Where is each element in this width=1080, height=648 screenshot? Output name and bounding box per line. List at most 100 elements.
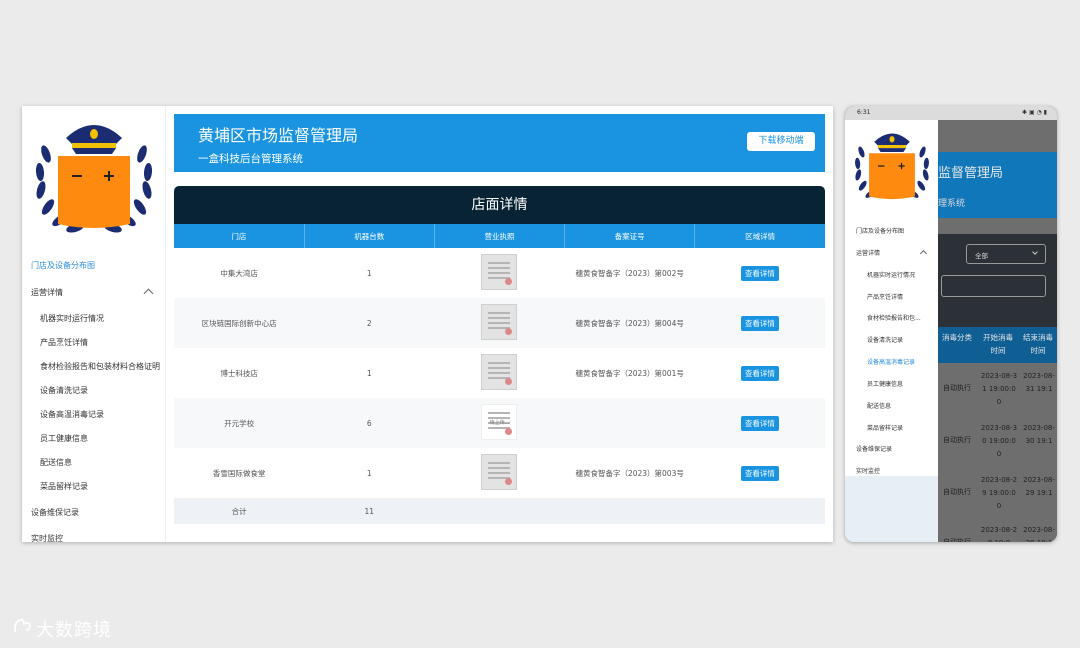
drawer-item-inspection-reports[interactable]: 食材检验报告和包... xyxy=(867,313,921,322)
license-image[interactable] xyxy=(481,254,518,290)
phone-screen: 6:31 ✱ ▣ ◔ ▮ 监督管理局 理系统 全部 消毒分类 开始消毒时间 结束… xyxy=(845,106,1057,542)
category-select[interactable]: 全部 xyxy=(966,244,1046,264)
police-logo-icon xyxy=(855,133,929,200)
drawer-item-cleaning-records[interactable]: 设备清洗记录 xyxy=(867,335,903,344)
table-row: 自动执行 2023-08-31 19:00:00 2023-08-31 19:1 xyxy=(938,368,1057,420)
disinfect-type: 自动执行 xyxy=(943,436,971,444)
column-header-machines: 机器台数 xyxy=(304,224,435,248)
column-header-store: 门店 xyxy=(174,224,305,248)
drawer-item-disinfection-records[interactable]: 设备高温消毒记录 xyxy=(867,357,915,366)
start-time: 2023-08-30 19:00:00 xyxy=(980,424,1018,458)
view-details-button[interactable]: 查看详情 xyxy=(740,465,779,481)
license-image[interactable] xyxy=(481,454,518,490)
phone-page-subtitle: 理系统 xyxy=(938,199,966,209)
search-input[interactable] xyxy=(941,275,1046,297)
sidebar-item-disinfection-records[interactable]: 设备高温消毒记录 xyxy=(40,409,104,420)
column-header-record: 备案证号 xyxy=(564,224,696,248)
status-icons: ✱ ▣ ◔ ▮ xyxy=(1022,109,1047,116)
sidebar-item-store-map[interactable]: 门店及设备分布图 xyxy=(31,260,95,271)
download-mobile-button[interactable]: 下载移动端 xyxy=(747,132,815,151)
total-label: 合计 xyxy=(174,498,305,524)
machine-count: 1 xyxy=(366,468,372,478)
table-row: 自动执行 2023-08-29 19:00:00 2023-08-29 19:1 xyxy=(938,472,1057,524)
machine-count: 2 xyxy=(304,298,435,348)
sidebar-item-inspection-reports[interactable]: 食材检验报告和包装材料合格证明 xyxy=(40,361,160,372)
sidebar-item-cleaning-records[interactable]: 设备清洗记录 xyxy=(40,385,88,396)
header-banner: 黄埔区市场监督管理局 一盒科技后台管理系统 下载移动端 xyxy=(174,114,825,172)
record-number: 穗黄食智备字（2023）第004号 xyxy=(564,298,695,348)
page-title: 黄埔区市场监督管理局 xyxy=(198,126,359,145)
drawer-item-machine-status[interactable]: 机器实时运行情况 xyxy=(867,270,915,279)
drawer-item-staff-health[interactable]: 员工健康信息 xyxy=(867,379,903,388)
start-time: 2023-08-28 19:0 xyxy=(980,526,1018,542)
status-time: 6:31 xyxy=(857,109,871,116)
table-row: 自动执行 2023-08-28 19:0 2023-08-28 19:1 xyxy=(938,522,1057,542)
machine-count: 6 xyxy=(304,398,435,448)
drawer-item-operations[interactable]: 运营详情 xyxy=(856,248,880,257)
column-header-end: 结束消毒时间 xyxy=(1023,333,1053,355)
total-machines: 11 xyxy=(304,498,435,524)
chevron-up-icon[interactable] xyxy=(919,249,928,258)
drawer-item-delivery[interactable]: 配送信息 xyxy=(867,401,891,410)
end-time: 2023-08-31 19:1 xyxy=(1023,372,1055,393)
sidebar-item-food-samples[interactable]: 菜品留样记录 xyxy=(40,481,88,492)
record-number xyxy=(564,398,695,448)
start-time: 2023-08-31 19:00:00 xyxy=(980,372,1018,406)
store-name: 博士科技店 xyxy=(220,368,258,378)
page-subtitle: 一盒科技后台管理系统 xyxy=(198,153,303,165)
watermark-text: 大数跨境 xyxy=(36,620,112,641)
desktop-window: 门店及设备分布图 运营详情 机器实时运行情况 产品烹饪详情 食材检验报告和包装材… xyxy=(22,106,833,542)
phone-page-title: 监督管理局 xyxy=(938,166,1004,181)
drawer-item-live-monitor[interactable]: 实时监控 xyxy=(856,466,880,475)
column-header-area: 区域详情 xyxy=(694,224,825,248)
table-total-row: 合计 11 xyxy=(174,498,825,524)
view-details-button[interactable]: 查看详情 xyxy=(740,415,779,431)
status-bar: 6:31 ✱ ▣ ◔ ▮ xyxy=(845,106,1057,120)
table-row: 香雪国际做食堂 1 穗黄食智备字（2023）第003号 查看详情 xyxy=(174,448,825,498)
record-number: 穗黄食智备字（2023）第002号 xyxy=(575,268,684,278)
view-details-button[interactable]: 查看详情 xyxy=(740,365,779,381)
disinfect-type: 自动执行 xyxy=(943,488,971,496)
machine-count: 1 xyxy=(366,268,372,278)
record-number: 穗黄食智备字（2023）第001号 xyxy=(575,368,684,378)
sidebar-item-maintenance[interactable]: 设备维保记录 xyxy=(31,507,79,518)
machine-count: 1 xyxy=(366,368,372,378)
end-time: 2023-08-30 19:1 xyxy=(1023,424,1055,445)
drawer-item-food-samples[interactable]: 菜品留样记录 xyxy=(867,423,903,432)
table-row: 区块链国际创新中心店 2 穗黄食智备字（2023）第004号 查看详情 xyxy=(174,298,825,348)
column-header-start: 开始消毒时间 xyxy=(983,333,1013,355)
sidebar-item-live-monitor[interactable]: 实时监控 xyxy=(31,533,63,542)
sidebar: 门店及设备分布图 运营详情 机器实时运行情况 产品烹饪详情 食材检验报告和包装材… xyxy=(22,106,166,542)
table-row: 自动执行 2023-08-30 19:00:00 2023-08-30 19:1 xyxy=(938,420,1057,472)
license-image[interactable] xyxy=(481,304,518,340)
drawer-item-cooking-details[interactable]: 产品烹饪详情 xyxy=(867,292,903,301)
start-time: 2023-08-29 19:00:00 xyxy=(980,476,1018,510)
sidebar-item-cooking-details[interactable]: 产品烹饪详情 xyxy=(40,337,88,348)
store-table: 门店 机器台数 营业执照 备案证号 区域详情 中集大湾店 1 穗黄食智备字（20… xyxy=(174,224,825,524)
store-name: 开元学校 xyxy=(174,398,305,448)
column-header-license: 营业执照 xyxy=(434,224,566,248)
store-detail-title: 店面详情 xyxy=(174,186,825,224)
sidebar-item-operations[interactable]: 运营详情 xyxy=(31,287,63,298)
view-details-button[interactable]: 查看详情 xyxy=(740,265,779,281)
drawer-item-store-map[interactable]: 门店及设备分布图 xyxy=(856,226,904,235)
store-name: 香雪国际做食堂 xyxy=(212,468,266,478)
end-time: 2023-08-28 19:1 xyxy=(1023,526,1055,542)
sidebar-item-machine-status[interactable]: 机器实时运行情况 xyxy=(40,313,104,324)
police-logo-icon xyxy=(35,125,153,233)
license-image[interactable] xyxy=(481,354,518,390)
store-name: 区块链国际创新中心店 xyxy=(174,298,305,348)
table-row: 博士科技店 1 穗黄食智备字（2023）第001号 查看详情 xyxy=(174,348,825,398)
drawer-footer xyxy=(845,476,938,542)
drawer-item-maintenance[interactable]: 设备维保记录 xyxy=(856,444,892,453)
column-header-type: 消毒分类 xyxy=(942,333,972,342)
sidebar-item-delivery[interactable]: 配送信息 xyxy=(40,457,72,468)
disinfect-type: 自动执行 xyxy=(943,384,971,392)
sidebar-item-staff-health[interactable]: 员工健康信息 xyxy=(40,433,88,444)
navigation-drawer: 门店及设备分布图 运营详情 机器实时运行情况 产品烹饪详情 食材检验报告和包..… xyxy=(845,120,938,542)
chevron-up-icon[interactable] xyxy=(143,288,154,299)
view-details-button[interactable]: 查看详情 xyxy=(740,315,779,331)
table-row: 开元学校 6 待上传... 查看详情 xyxy=(174,398,825,448)
end-time: 2023-08-29 19:1 xyxy=(1023,476,1055,497)
phone-table-header: 消毒分类 开始消毒时间 结束消毒时间 xyxy=(938,327,1057,363)
